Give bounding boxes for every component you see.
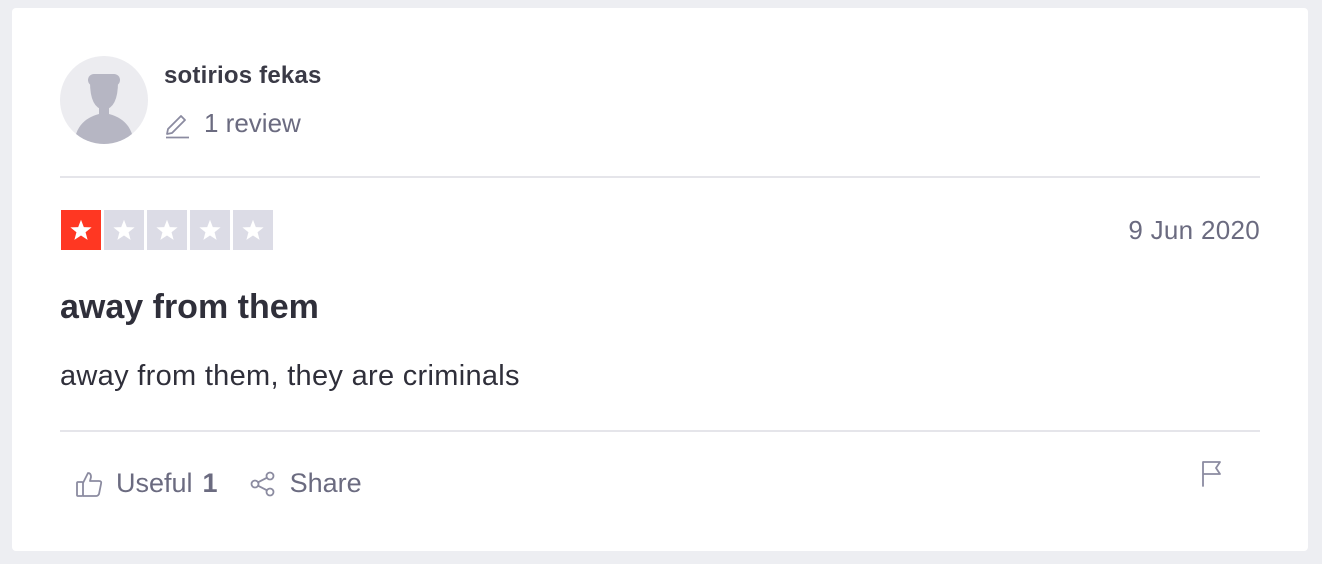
thumbs-up-icon <box>76 471 103 497</box>
star-icon <box>61 210 101 250</box>
person-silhouette-icon <box>74 74 134 144</box>
pencil-icon <box>166 114 189 138</box>
report-button[interactable] <box>1198 458 1226 488</box>
useful-button[interactable]: Useful 1 <box>74 468 218 499</box>
share-label: Share <box>289 468 362 498</box>
star-icon <box>233 210 273 250</box>
consumer-name[interactable]: sotirios fekas <box>164 62 322 90</box>
review-card: sotirios fekas 1 review 9 Jun 2020 away … <box>12 8 1308 551</box>
consumer-review-count[interactable]: 1 review <box>164 108 301 139</box>
flag-icon <box>1202 461 1221 487</box>
useful-count: 1 <box>202 468 218 498</box>
useful-label: Useful <box>116 468 193 498</box>
review-count-label: 1 review <box>204 108 301 138</box>
share-button[interactable]: Share <box>248 468 362 499</box>
star-rating <box>61 210 273 250</box>
star-icon <box>190 210 230 250</box>
star-icon <box>104 210 144 250</box>
review-title[interactable]: away from them <box>60 288 319 327</box>
review-text: away from them, they are criminals <box>60 360 520 392</box>
avatar[interactable] <box>60 56 148 144</box>
share-icon <box>250 471 274 496</box>
star-icon <box>147 210 187 250</box>
header-divider <box>60 176 1260 178</box>
review-actions: Useful 1 Share <box>74 468 362 499</box>
footer-divider <box>60 430 1260 432</box>
review-date: 9 Jun 2020 <box>1128 215 1260 245</box>
